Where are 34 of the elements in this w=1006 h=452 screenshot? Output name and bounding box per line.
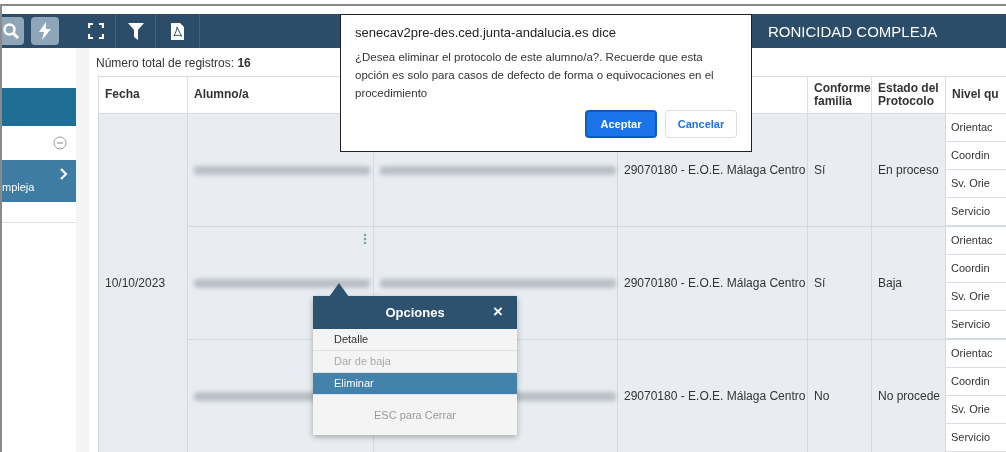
sidebar-item[interactable]: mpleja bbox=[2, 160, 76, 202]
column-header: Conforme familia bbox=[807, 76, 872, 114]
popup-footer: ESC para Cerrar bbox=[313, 395, 517, 435]
table-cell: Sí bbox=[807, 113, 872, 227]
table-cell: En proceso bbox=[871, 113, 946, 227]
lightning-icon bbox=[38, 22, 52, 40]
chevron-right-icon bbox=[60, 168, 68, 180]
filter-icon bbox=[127, 22, 144, 40]
fullscreen-icon bbox=[87, 23, 104, 39]
table-cell: 29070180 - E.O.E. Málaga Centro bbox=[617, 226, 808, 340]
kebab-menu-icon[interactable] bbox=[363, 233, 367, 245]
record-count: Número total de registros: 16 bbox=[96, 56, 251, 72]
accept-button[interactable]: Aceptar bbox=[585, 110, 657, 138]
dialog-title: senecav2pre-des.ced.junta-andalucia.es dice bbox=[355, 25, 617, 40]
search-button[interactable] bbox=[2, 17, 24, 45]
cancel-button[interactable]: Cancelar bbox=[665, 110, 737, 138]
sidebar-item-label: mpleja bbox=[2, 181, 35, 193]
table-cell: Sí bbox=[807, 226, 872, 340]
menu-item[interactable]: Detalle bbox=[313, 329, 517, 351]
table-cell: No procede bbox=[871, 339, 946, 452]
lightning-button[interactable] bbox=[31, 17, 59, 45]
table-cell: 29070180 - E.O.E. Málaga Centro bbox=[617, 339, 808, 452]
column-header: Nivel qu bbox=[945, 76, 1006, 114]
column-header: Fecha bbox=[98, 76, 188, 114]
date-cell: 10/10/2023 bbox=[98, 113, 188, 452]
popup-title: Opciones bbox=[385, 305, 445, 320]
menu-item[interactable]: Eliminar bbox=[313, 373, 517, 395]
page-title: RONICIDAD COMPLEJA bbox=[768, 22, 938, 40]
column-header: Estado del Protocolo bbox=[871, 76, 946, 114]
table-cell: Baja bbox=[871, 226, 946, 340]
collapse-icon[interactable] bbox=[53, 136, 67, 150]
table-cell: No bbox=[807, 339, 872, 452]
pdf-file-icon bbox=[171, 22, 184, 40]
close-button[interactable]: × bbox=[493, 302, 503, 322]
